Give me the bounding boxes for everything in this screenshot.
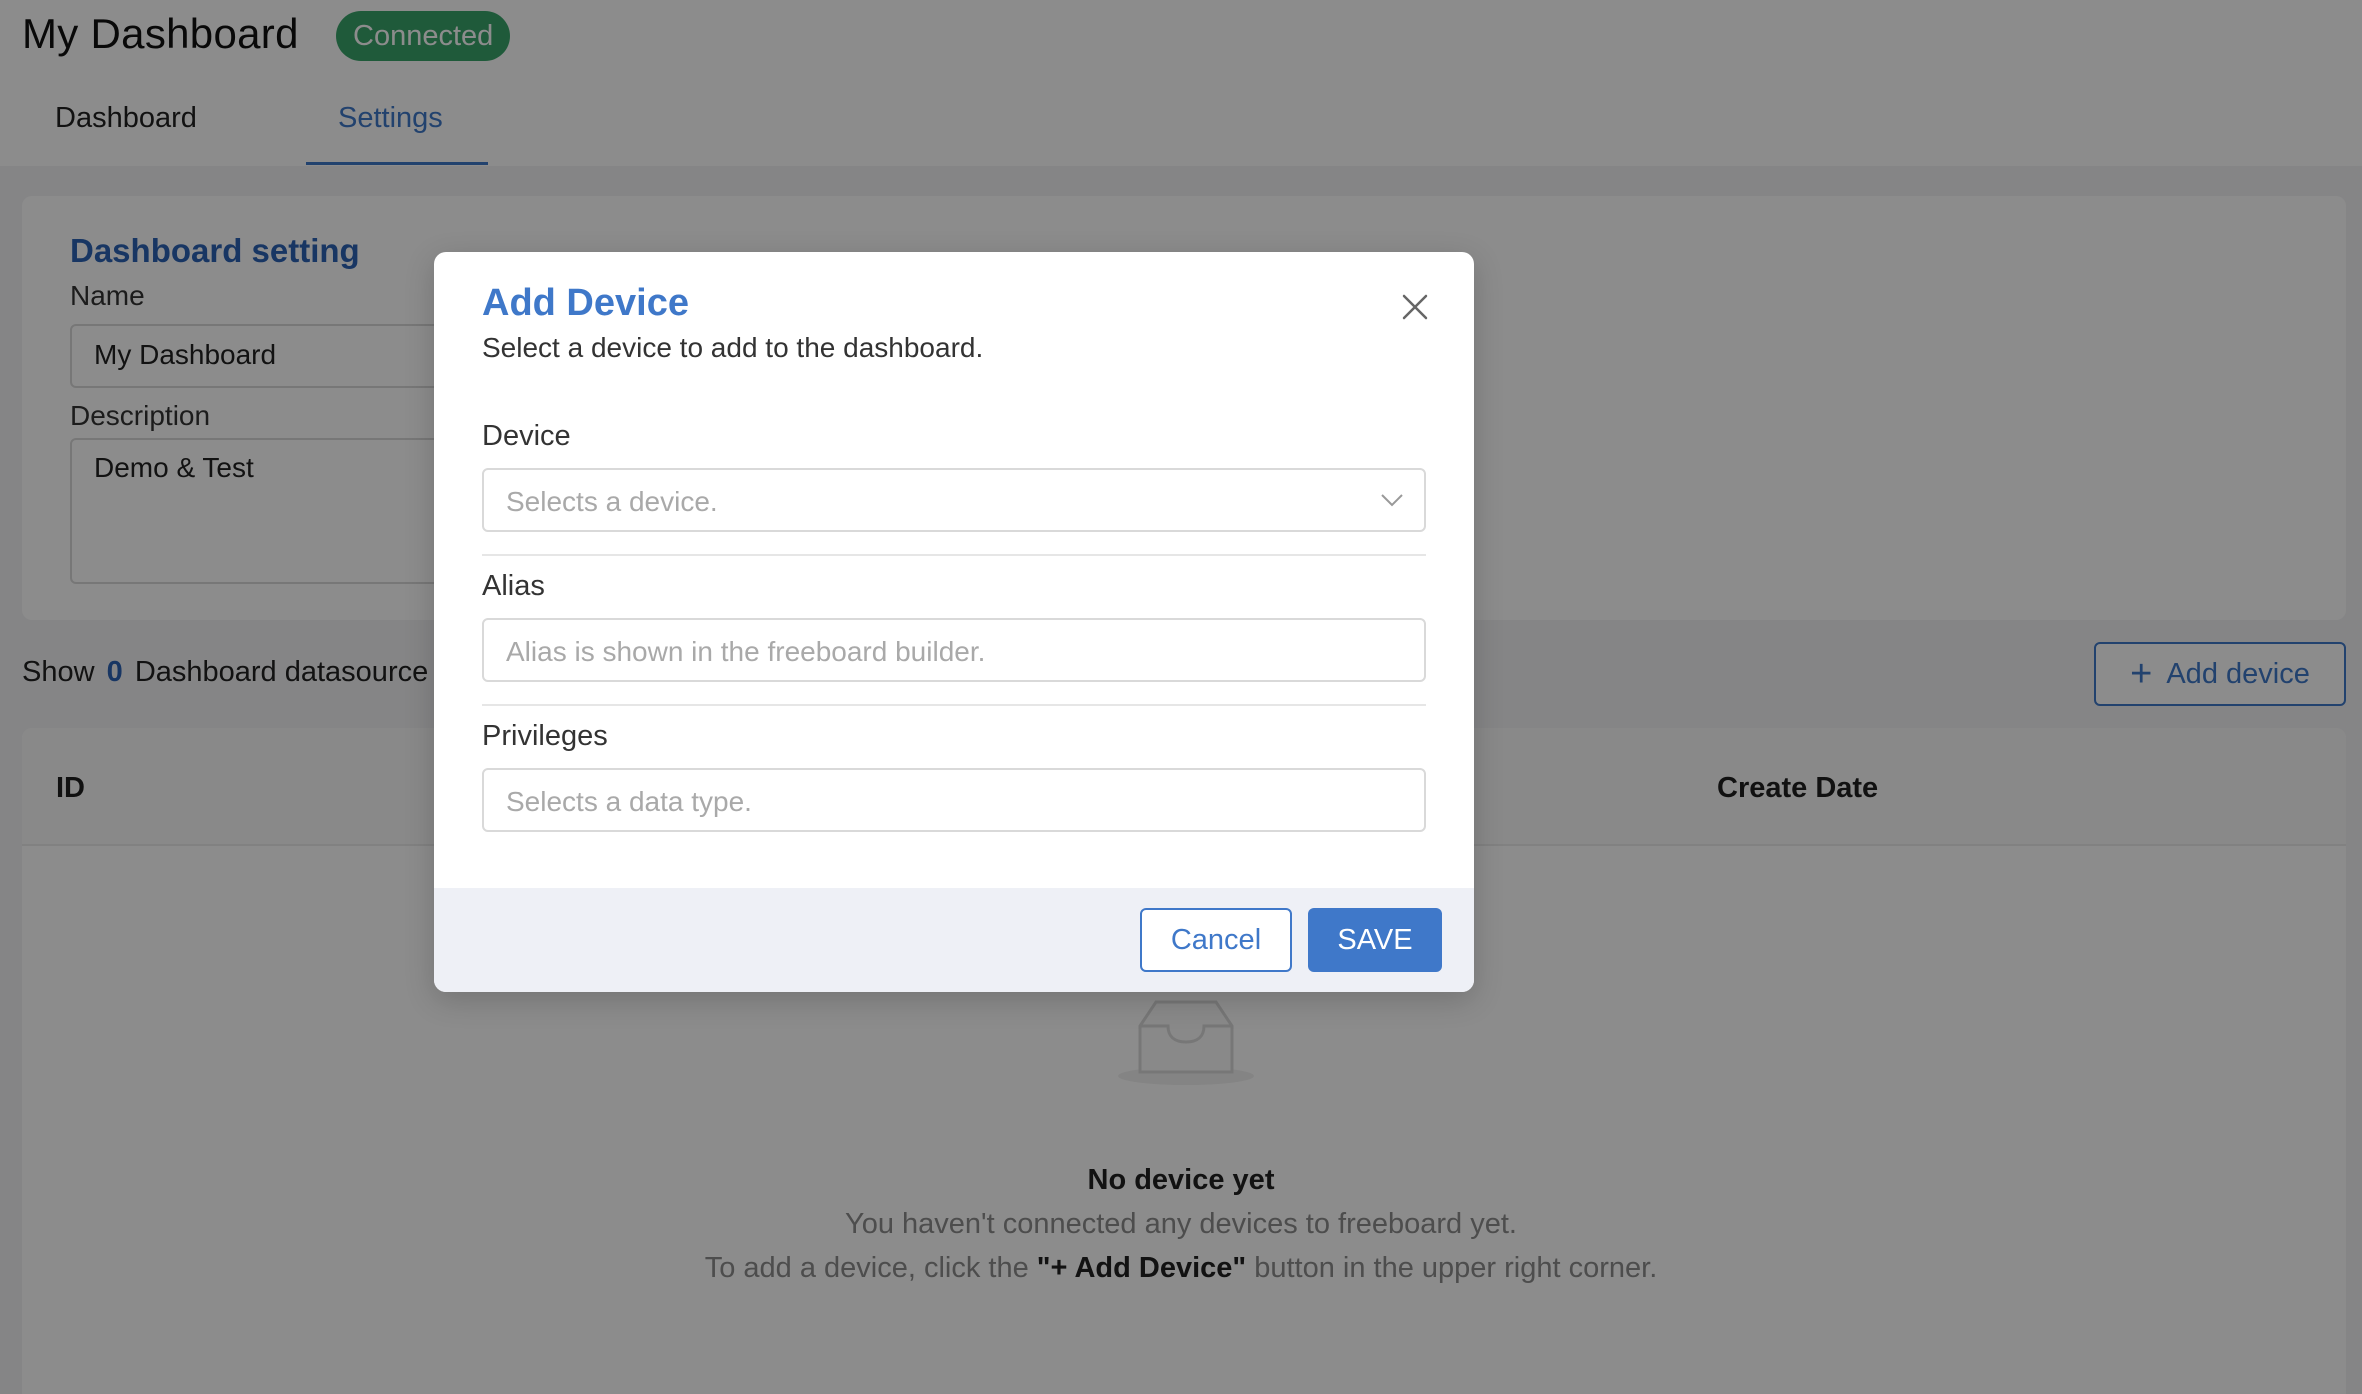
- device-select[interactable]: Selects a device.: [482, 468, 1426, 532]
- modal-subtitle: Select a device to add to the dashboard.: [482, 332, 984, 363]
- alias-input[interactable]: Alias is shown in the freeboard builder.: [482, 618, 1426, 682]
- device-label: Device: [482, 420, 571, 452]
- divider: [482, 554, 1426, 556]
- chevron-down-icon: [1381, 494, 1403, 507]
- device-select-placeholder: Selects a device.: [506, 486, 718, 517]
- close-icon[interactable]: [1400, 292, 1430, 322]
- modal-footer: Cancel SAVE: [434, 888, 1474, 992]
- privileges-label: Privileges: [482, 720, 608, 752]
- divider: [482, 704, 1426, 706]
- alias-label: Alias: [482, 570, 545, 602]
- privileges-select[interactable]: Selects a data type.: [482, 768, 1426, 832]
- cancel-button[interactable]: Cancel: [1140, 908, 1292, 972]
- modal-title: Add Device: [482, 282, 689, 324]
- save-button[interactable]: SAVE: [1308, 908, 1442, 972]
- add-device-modal: Add Device Select a device to add to the…: [434, 252, 1474, 992]
